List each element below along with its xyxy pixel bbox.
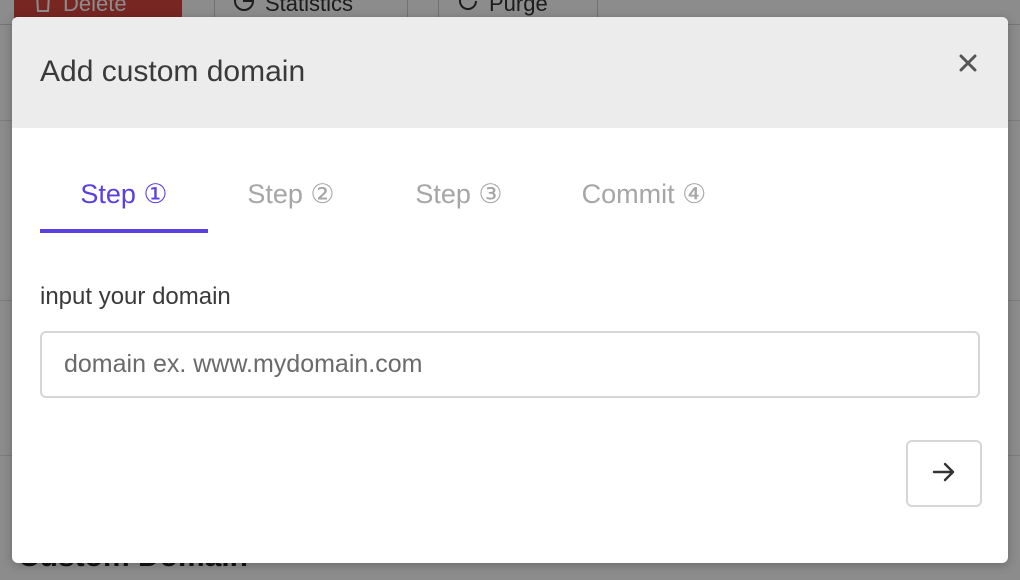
- tab-step-3[interactable]: Step ③: [394, 175, 524, 233]
- tab-label: Step ③: [415, 179, 503, 209]
- tab-step-2[interactable]: Step ②: [226, 175, 356, 233]
- modal-title: Add custom domain: [40, 55, 306, 88]
- arrow-right-icon: [932, 462, 956, 485]
- domain-input[interactable]: [40, 331, 980, 398]
- close-icon: [959, 54, 977, 77]
- domain-field-label: input your domain: [40, 283, 231, 310]
- next-step-button[interactable]: [906, 440, 982, 507]
- tab-step-1[interactable]: Step ①: [40, 175, 208, 233]
- step-tabs: Step ① Step ② Step ③ Commit ④: [40, 175, 980, 235]
- add-domain-modal: Add custom domain Step ① Step ② Step ③ C…: [12, 17, 1008, 563]
- tab-label: Step ①: [80, 179, 168, 209]
- close-button[interactable]: [954, 51, 982, 79]
- modal-header: Add custom domain: [12, 17, 1008, 128]
- tab-label: Commit ④: [581, 179, 707, 209]
- tab-label: Step ②: [247, 179, 335, 209]
- tab-commit[interactable]: Commit ④: [564, 175, 724, 233]
